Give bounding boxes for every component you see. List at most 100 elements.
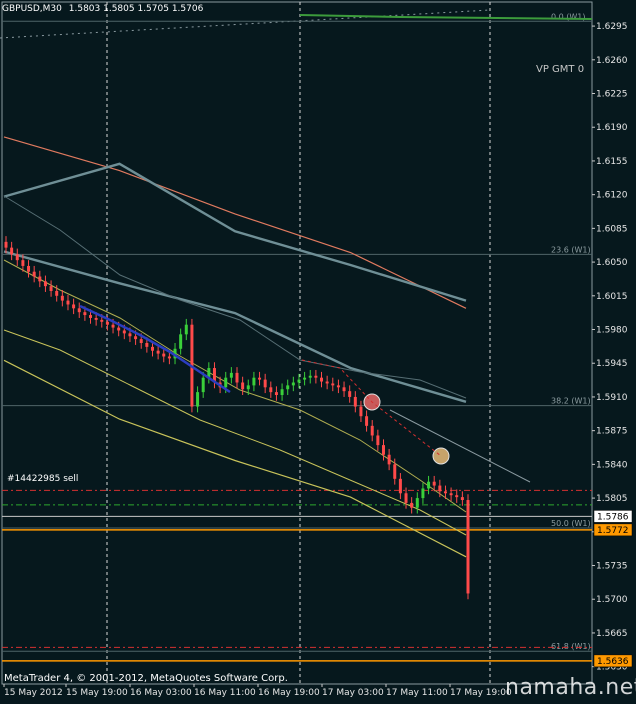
candle-body-70 [398,478,402,494]
candle-body-26 [150,346,154,351]
candle-body-52 [297,379,301,383]
x-tick-label-2: 16 May 03:00 [130,688,192,698]
candle-body-42 [241,382,245,390]
x-tick-label-0: 15 May 2012 [4,688,63,698]
ma-series-3 [3,359,467,558]
candle-body-66 [376,435,380,446]
candle-body-25 [145,343,149,347]
y-tick-label-11: 1.5910 [596,393,628,403]
candle-body-7 [43,281,47,287]
candle-body-53 [303,377,307,380]
price-box-label-2: 1.5636 [597,657,629,667]
candle-body-16 [94,317,98,320]
candle-body-2 [15,254,19,261]
candle-body-59 [336,385,340,388]
candle-body-24 [139,339,143,343]
ma-series-2 [3,250,467,403]
y-tick-label-8: 1.6015 [596,292,628,302]
candle-body-49 [280,389,284,396]
candle-body-19 [111,324,115,328]
watermark: namaha.net [505,675,636,700]
candle-body-43 [246,385,250,390]
candle-body-71 [404,493,408,503]
chart-window: 0.0 (W1) 23.6 (W1) 38.2 (W1) 50.0 (W1) 61.8 … [0,0,636,704]
candle-body-78 [443,491,447,494]
ma-yellow [3,329,467,536]
candle-body-27 [156,350,160,354]
y-tick-label-9: 1.5980 [596,326,628,336]
candle-body-57 [325,381,329,384]
candle-body-55 [314,375,318,378]
candle-body-58 [331,383,335,386]
x-tick-label-4: 16 May 19:00 [258,688,320,698]
candle-body-14 [83,312,87,316]
chart-canvas[interactable]: 0.0 (W1) 23.6 (W1) 38.2 (W1) 50.0 (W1) 61.8 … [0,0,636,704]
ohlc-label: 1.5803 1.5805 1.5705 1.5706 [68,4,204,14]
candle-body-64 [365,416,369,426]
y-tick-label-3: 1.6190 [596,123,628,133]
candle-body-32 [184,324,188,335]
fibo-label-2: 38.2 (W1) [551,397,591,406]
candle-body-81 [460,497,464,501]
candle-body-72 [410,502,414,508]
symbol-label: GBPUSD,M30 [2,4,62,14]
candle-body-18 [105,321,109,325]
x-tick-label-6: 17 May 11:00 [386,688,448,698]
fibo-label-1: 23.6 (W1) [551,245,591,254]
candle-body-74 [421,488,425,499]
y-tick-label-0: 1.6295 [596,22,628,32]
y-tick-label-17: 1.5700 [596,595,628,605]
candle-body-23 [134,336,138,340]
candle-body-0 [4,241,8,248]
candle-body-77 [438,485,442,492]
candle-body-5 [32,271,36,277]
y-tick-label-12: 1.5875 [596,427,628,437]
candle-body-62 [353,396,357,407]
candle-body-44 [252,377,256,386]
copyright-label: MetaTrader 4, © 2001-2012, MetaQuotes So… [4,673,288,684]
candle-body-80 [455,495,459,498]
candle-body-48 [274,392,278,396]
candle-body-28 [162,353,166,357]
candle-body-40 [229,372,233,378]
candle-body-13 [77,308,81,313]
candle-body-34 [196,392,200,407]
band-upper [3,195,467,399]
x-tick-label-5: 17 May 03:00 [322,688,384,698]
candle-body-6 [38,276,42,282]
y-tick-label-5: 1.6120 [596,191,628,201]
candle-body-11 [66,300,70,305]
candle-body-65 [370,425,374,436]
candle-body-56 [320,377,324,382]
y-tick-label-13: 1.5840 [596,460,628,470]
y-tick-label-1: 1.6260 [596,56,628,66]
y-tick-label-6: 1.6085 [596,224,628,234]
candle-body-67 [381,445,385,455]
candle-body-1 [10,247,14,255]
x-tick-label-3: 16 May 11:00 [194,688,256,698]
candle-body-35 [201,377,205,393]
y-tick-label-16: 1.5735 [596,562,628,572]
y-tick-label-14: 1.5805 [596,494,628,504]
candle-body-29 [167,356,171,359]
candle-body-75 [427,481,431,489]
close-marker [432,447,450,465]
chart-header: GBPUSD,M30 1.5803 1.5805 1.5705 1.5706 [2,4,203,14]
candle-body-63 [359,406,363,417]
x-tick-label-1: 15 May 19:00 [66,688,128,698]
trendline-down [389,409,531,483]
candle-body-3 [21,260,25,266]
candle-body-79 [449,493,453,496]
candle-body-20 [117,327,121,331]
fibo-label-4: 61.8 (W1) [551,642,591,651]
y-tick-label-4: 1.6155 [596,157,628,167]
candle-body-47 [269,387,273,393]
candle-body-60 [342,387,346,392]
candle-body-21 [122,330,126,334]
candle-body-61 [348,391,352,397]
candle-body-8 [49,286,53,291]
candle-body-54 [308,375,312,378]
ma-series-1 [3,162,467,302]
candle-body-17 [100,319,104,322]
price-box-label-1: 1.5772 [597,526,629,536]
